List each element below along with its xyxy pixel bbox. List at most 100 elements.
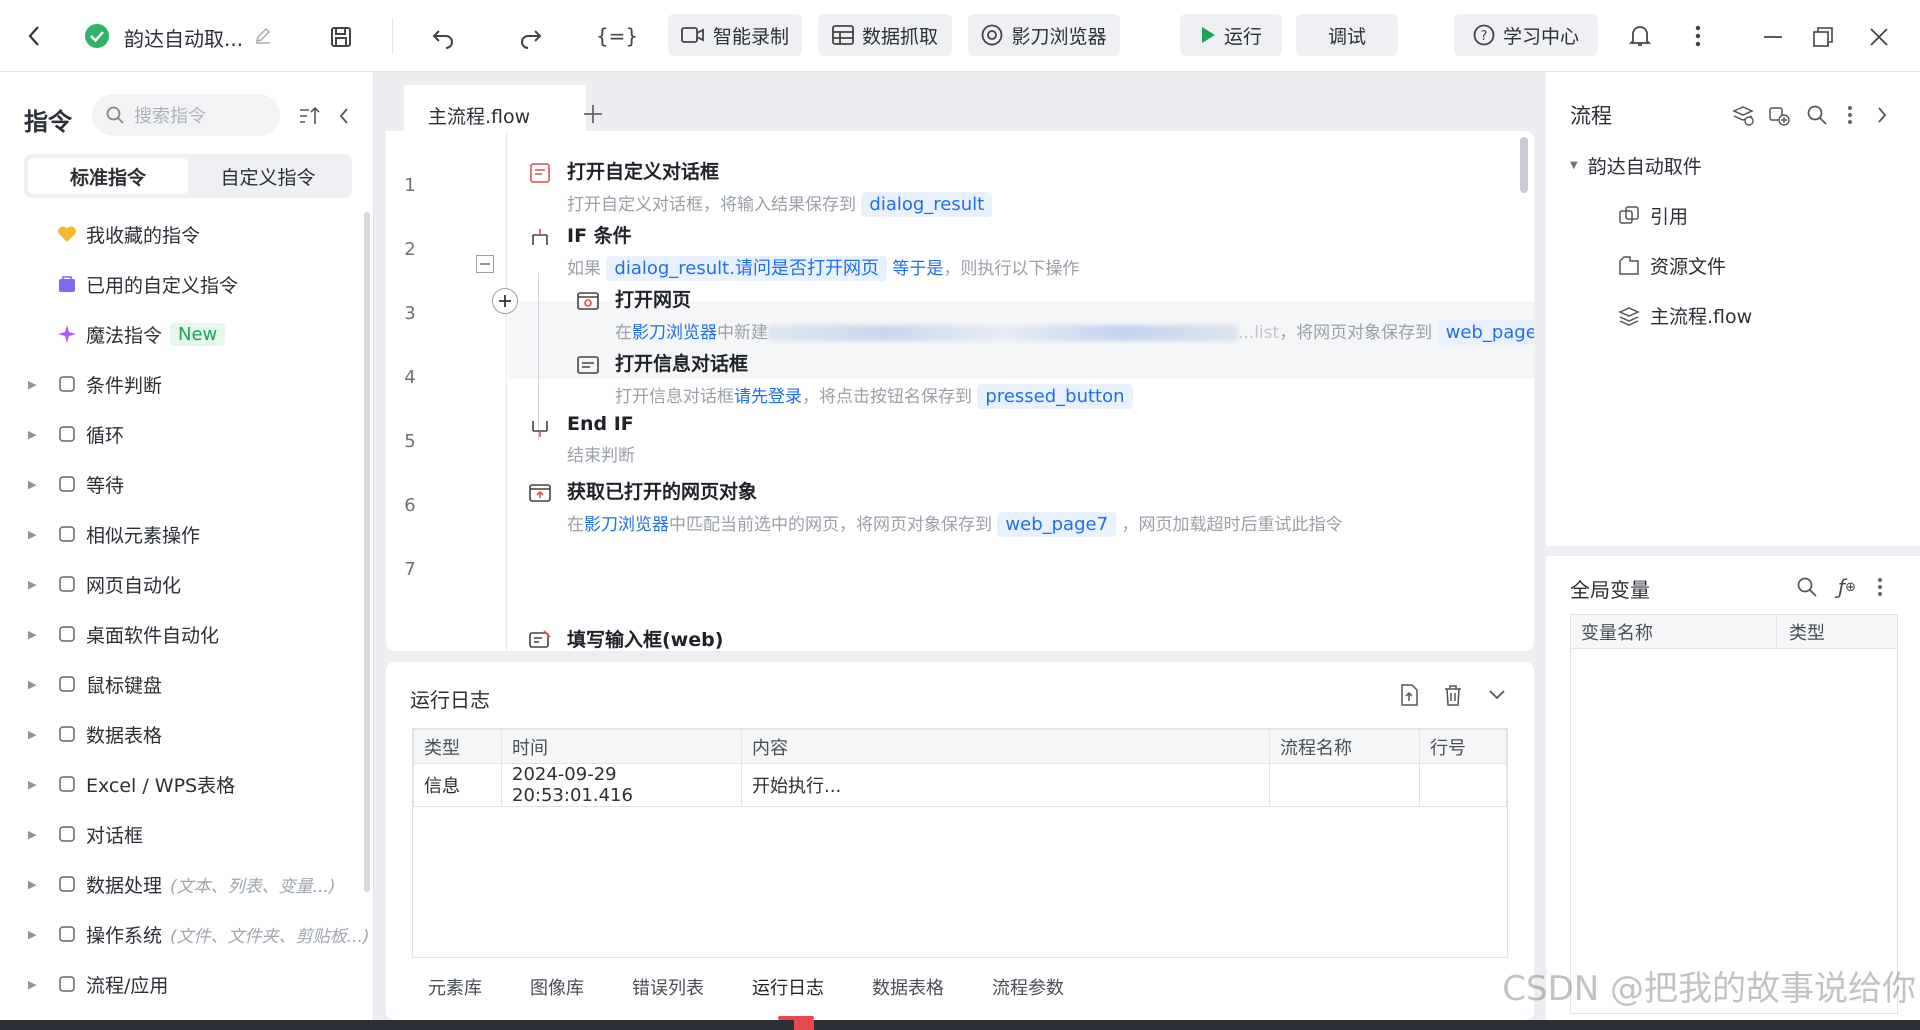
step-fill-input[interactable]: 填写输入框(web): [567, 625, 723, 651]
data-capture-button[interactable]: 数据抓取: [818, 14, 952, 56]
tab-flow-params[interactable]: 流程参数: [992, 974, 1064, 1000]
step-open-custom-dialog[interactable]: 打开自定义对话框 打开自定义对话框，将输入结果保存到 dialog_result: [567, 157, 993, 217]
code-braces-icon[interactable]: {=}: [596, 20, 638, 52]
tab-error-list[interactable]: 错误列表: [632, 974, 704, 1000]
search-icon[interactable]: [1804, 102, 1830, 128]
sort-icon[interactable]: [298, 104, 322, 128]
table-row[interactable]: 信息 2024-09-29 20:53:01.416 开始执行...: [413, 763, 1507, 807]
bell-icon[interactable]: [1626, 22, 1654, 50]
step-title: 获取已打开的网页对象: [567, 481, 758, 503]
sidebar-item-label: 条件判断: [86, 374, 163, 397]
chevron-down-icon[interactable]: [1484, 682, 1510, 708]
step-desc-prefix: 在: [615, 323, 632, 343]
condition-operator[interactable]: 等于是: [892, 259, 943, 279]
restore-icon[interactable]: [1810, 24, 1836, 50]
end-if-icon: [528, 417, 552, 441]
add-module-icon[interactable]: [1766, 102, 1792, 128]
command-search-input[interactable]: 搜索指令: [92, 94, 280, 136]
step-desc-prefix: 如果: [567, 259, 601, 279]
tab-data-table[interactable]: 数据表格: [872, 974, 944, 1000]
caret-right-icon: ▶: [28, 627, 37, 641]
tab-standard-commands[interactable]: 标准指令: [28, 158, 188, 194]
tab-run-log[interactable]: 运行日志: [752, 974, 824, 1000]
search-icon[interactable]: [1794, 574, 1820, 600]
sidebar-item[interactable]: 魔法指令 New: [28, 314, 226, 354]
minimize-icon[interactable]: [1760, 24, 1786, 50]
tab-image-library[interactable]: 图像库: [530, 974, 584, 1000]
tab-custom-commands[interactable]: 自定义指令: [188, 158, 348, 194]
close-icon[interactable]: [1866, 24, 1892, 50]
caret-right-icon: ▶: [28, 977, 37, 991]
tree-item-main-flow[interactable]: 主流程.flow: [1618, 302, 1752, 329]
redo-icon[interactable]: [516, 22, 546, 52]
edit-icon[interactable]: [252, 24, 274, 46]
browser-button[interactable]: 影刀浏览器: [968, 14, 1120, 56]
tree-root[interactable]: ▼ 韵达自动取件: [1570, 152, 1702, 179]
export-icon[interactable]: [1396, 682, 1422, 708]
learning-center-button[interactable]: ? 学习中心: [1454, 14, 1598, 56]
chevron-right-icon[interactable]: [1872, 102, 1892, 128]
sidebar-item[interactable]: ▶ 等待: [28, 464, 124, 504]
add-tab-icon[interactable]: [578, 99, 608, 129]
more-vertical-icon[interactable]: [1686, 22, 1710, 50]
sidebar-item[interactable]: ▶ 相似元素操作: [28, 514, 200, 554]
variable-tag[interactable]: pressed_button: [977, 384, 1133, 409]
sidebar-item[interactable]: ▶ 条件判断: [28, 364, 162, 404]
sidebar-item[interactable]: ▶ 数据表格: [28, 714, 162, 754]
browser-label: 影刀浏览器: [1011, 25, 1107, 48]
run-button[interactable]: 运行: [1180, 14, 1282, 56]
svg-text:?: ?: [1481, 29, 1488, 44]
sidebar-item-label: 等待: [86, 474, 125, 497]
message-link[interactable]: 请先登录: [734, 387, 802, 407]
variable-tag[interactable]: web_page7: [997, 512, 1117, 537]
variable-tag[interactable]: web_page: [1437, 320, 1534, 345]
sidebar-item[interactable]: ▶ 对话框: [28, 814, 143, 854]
debug-label: 调试: [1327, 25, 1366, 48]
step-desc: 结束判断: [567, 446, 635, 466]
tree-item-resources[interactable]: 资源文件: [1618, 252, 1726, 279]
browser-link[interactable]: 影刀浏览器: [584, 515, 669, 535]
insert-step-icon[interactable]: [492, 288, 518, 314]
sidebar-item[interactable]: ▶ 网页自动化: [28, 564, 181, 604]
sidebar-item[interactable]: ▶ 操作系统 (文件、文件夹、剪贴板...): [28, 914, 370, 954]
browser-link[interactable]: 影刀浏览器: [632, 323, 717, 343]
variable-tag[interactable]: dialog_result.请问是否打开网页: [606, 256, 887, 281]
gutter-divider: [506, 131, 507, 651]
step-open-webpage[interactable]: 打开网页 在影刀浏览器中新建 ...list，将网页对象保存到 web_page: [615, 285, 1534, 345]
collapse-if-icon[interactable]: [476, 255, 494, 273]
save-icon[interactable]: [326, 22, 356, 52]
trash-icon[interactable]: [1440, 682, 1466, 708]
collapse-panel-icon[interactable]: [334, 104, 354, 128]
step-get-opened-webpage[interactable]: 获取已打开的网页对象 在影刀浏览器中匹配当前选中的网页，将网页对象保存到 web…: [567, 477, 1342, 537]
tab-element-library[interactable]: 元素库: [428, 974, 482, 1000]
editor-scrollbar[interactable]: [1520, 137, 1528, 193]
sidebar-item[interactable]: ▶ 桌面软件自动化: [28, 614, 219, 654]
undo-icon[interactable]: [428, 22, 458, 52]
more-vertical-icon[interactable]: [1872, 574, 1888, 600]
sidebar-item[interactable]: 已用的自定义指令: [28, 264, 238, 304]
smart-record-button[interactable]: 智能录制: [668, 14, 802, 56]
sidebar-item[interactable]: ▶ 循环: [28, 414, 124, 454]
debug-button[interactable]: 调试: [1296, 14, 1398, 56]
watermark: CSDN @把我的故事说给你: [1502, 969, 1916, 1009]
sidebar-item[interactable]: ▶ 数据处理 (文本、列表、变量...): [28, 864, 336, 904]
more-vertical-icon[interactable]: [1842, 102, 1858, 128]
copy-icon: [56, 523, 78, 545]
sidebar-item[interactable]: 我收藏的指令: [28, 214, 200, 254]
step-open-message-dialog[interactable]: 打开信息对话框 打开信息对话框请先登录，将点击按钮名保存到 pressed_bu…: [615, 349, 1133, 409]
step-if-condition[interactable]: IF 条件 如果 dialog_result.请问是否打开网页 等于是，则执行以…: [567, 221, 1079, 281]
command-list-scrollbar[interactable]: [364, 212, 370, 892]
flow-panel-title: 流程: [1570, 104, 1612, 128]
folder-icon: [1618, 255, 1640, 277]
blurred-url: [768, 325, 1238, 341]
sidebar-item[interactable]: ▶ 流程/应用: [28, 964, 168, 1004]
variable-tag[interactable]: dialog_result: [861, 192, 993, 217]
add-variable-icon[interactable]: ƒ ⊕: [1832, 574, 1862, 600]
sidebar-item[interactable]: ▶ Excel / WPS表格: [28, 764, 235, 804]
tree-item-references[interactable]: 引用: [1618, 202, 1688, 229]
add-flow-icon[interactable]: [1730, 102, 1756, 128]
back-icon[interactable]: [22, 22, 46, 50]
step-end-if[interactable]: End IF 结束判断: [567, 413, 635, 466]
open-webpage-icon: [576, 289, 600, 313]
sidebar-item[interactable]: ▶ 鼠标键盘: [28, 664, 162, 704]
